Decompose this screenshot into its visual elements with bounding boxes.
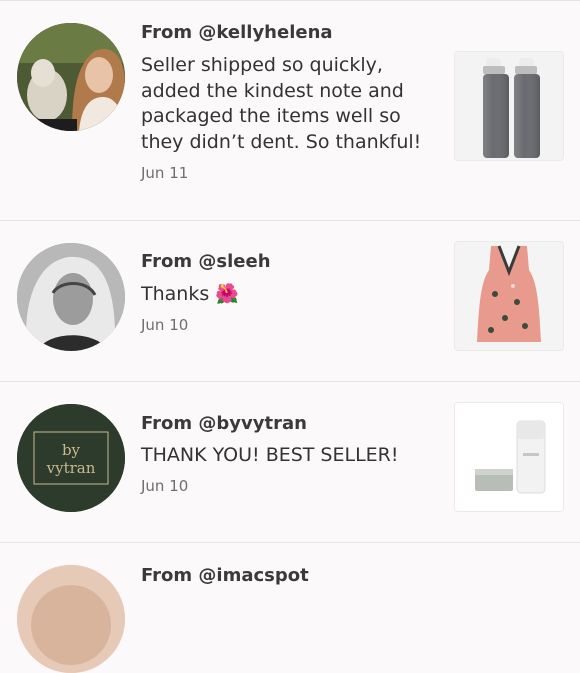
avatar-photo bbox=[17, 565, 125, 673]
review-text-content: Thanks bbox=[141, 283, 210, 305]
avatar[interactable] bbox=[17, 243, 125, 351]
review-author[interactable]: From @sleeh bbox=[141, 251, 271, 272]
review-text: THANK YOU! BEST SELLER! bbox=[141, 444, 399, 466]
product-image bbox=[455, 52, 563, 160]
avatar[interactable] bbox=[17, 23, 125, 131]
review-date: Jun 10 bbox=[141, 477, 189, 495]
review-item[interactable]: by vytran From @byvytran THANK YOU! BEST… bbox=[0, 381, 580, 542]
listing-thumbnail[interactable] bbox=[455, 403, 563, 511]
review-text: Seller shipped so quickly, added the kin… bbox=[141, 54, 422, 153]
review-text: Thanks 🌺 bbox=[141, 282, 441, 308]
avatar-logo-line2: vytran bbox=[46, 459, 96, 477]
listing-thumbnail[interactable] bbox=[455, 52, 563, 160]
avatar-logo: by vytran bbox=[17, 404, 125, 512]
avatar-photo bbox=[17, 23, 125, 131]
review-item[interactable]: From @kellyhelena Seller shipped so quic… bbox=[0, 0, 580, 220]
avatar-photo bbox=[17, 243, 125, 351]
review-author[interactable]: From @byvytran bbox=[141, 413, 307, 434]
product-image bbox=[455, 403, 563, 511]
review-author[interactable]: From @kellyhelena bbox=[141, 22, 333, 43]
avatar[interactable] bbox=[17, 565, 125, 673]
review-author[interactable]: From @imacspot bbox=[141, 565, 309, 586]
review-date: Jun 11 bbox=[141, 164, 189, 182]
review-item[interactable]: From @sleeh Thanks 🌺 Jun 10 bbox=[0, 220, 580, 381]
listing-thumbnail[interactable] bbox=[455, 242, 563, 350]
review-date: Jun 10 bbox=[141, 316, 189, 334]
product-image bbox=[455, 242, 563, 350]
review-item[interactable]: From @imacspot bbox=[0, 542, 580, 673]
review-feed: From @kellyhelena Seller shipped so quic… bbox=[0, 0, 580, 673]
avatar-logo-line1: by bbox=[62, 441, 81, 459]
hibiscus-icon: 🌺 bbox=[215, 283, 239, 305]
avatar[interactable]: by vytran bbox=[17, 404, 125, 512]
